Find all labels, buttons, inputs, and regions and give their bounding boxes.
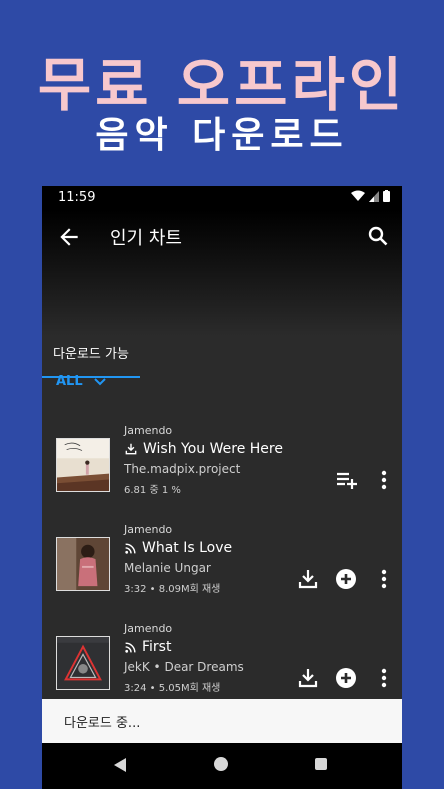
search-icon[interactable] xyxy=(366,224,390,248)
more-options-icon[interactable] xyxy=(372,567,396,591)
promo-subheadline: 음악 다운로드 xyxy=(95,115,349,156)
track-title-text: First xyxy=(142,639,172,655)
more-options-icon[interactable] xyxy=(372,666,396,690)
app-header: 인기 차트 다운로드 가능 xyxy=(42,210,402,378)
stream-icon xyxy=(125,542,136,554)
album-cover xyxy=(56,636,110,690)
album-cover xyxy=(56,438,110,492)
chevron-down-icon xyxy=(93,377,106,385)
snackbar-text: 다운로드 중... xyxy=(64,716,141,731)
track-title: First xyxy=(124,639,171,655)
track-title: Wish You Were Here xyxy=(124,441,283,457)
status-time: 11:59 xyxy=(58,190,96,205)
filter-dropdown[interactable]: ALL xyxy=(56,374,107,389)
status-bar: 11:59 xyxy=(42,186,402,210)
snackbar: 다운로드 중... xyxy=(42,699,402,743)
track-title: What Is Love xyxy=(124,540,232,556)
nav-home-icon[interactable] xyxy=(214,757,228,771)
more-options-icon[interactable] xyxy=(372,468,396,492)
status-icons xyxy=(351,190,390,202)
system-nav-bar xyxy=(42,743,402,789)
phone-screen: 11:59 인기 차트 다운로드 가능 ALL Jamendo Wish You… xyxy=(42,186,402,789)
track-meta: 3:24 • 5.05M회 재생 xyxy=(124,683,221,694)
page-title: 인기 차트 xyxy=(110,228,182,249)
stream-icon xyxy=(125,641,136,653)
nav-back-icon[interactable] xyxy=(113,757,127,773)
album-cover xyxy=(56,537,110,591)
wifi-icon xyxy=(351,190,365,201)
add-circle-icon[interactable] xyxy=(334,666,358,690)
track-title-text: What Is Love xyxy=(142,540,233,556)
track-meta: 3:32 • 8.09M회 재생 xyxy=(124,584,221,595)
add-circle-icon[interactable] xyxy=(334,567,358,591)
track-row[interactable]: Jamendo What Is Love Melanie Ungar 3:32 … xyxy=(42,523,402,619)
track-meta: 6.81 중 1 % xyxy=(124,485,181,496)
track-artist: JekK • Dear Dreams xyxy=(124,660,244,674)
track-artist: The.madpix.project xyxy=(124,462,241,476)
download-icon[interactable] xyxy=(296,666,320,690)
track-title-text: Wish You Were Here xyxy=(143,441,283,457)
download-icon[interactable] xyxy=(296,567,320,591)
track-artist: Melanie Ungar xyxy=(124,561,211,575)
track-row[interactable]: Jamendo Wish You Were Here The.madpix.pr… xyxy=(42,424,402,520)
filter-label: ALL xyxy=(56,374,83,389)
back-arrow-icon[interactable] xyxy=(56,224,82,250)
tab-downloadable[interactable]: 다운로드 가능 xyxy=(42,336,140,378)
signal-icon xyxy=(369,191,379,202)
nav-recents-icon[interactable] xyxy=(315,758,327,770)
download-status-icon xyxy=(125,443,137,455)
track-source: Jamendo xyxy=(124,622,173,635)
track-source: Jamendo xyxy=(124,523,173,536)
add-to-playlist-icon[interactable] xyxy=(334,468,358,492)
track-source: Jamendo xyxy=(124,424,173,437)
promo-headline: 무료 오프라인 xyxy=(37,51,407,119)
battery-icon xyxy=(383,190,390,202)
